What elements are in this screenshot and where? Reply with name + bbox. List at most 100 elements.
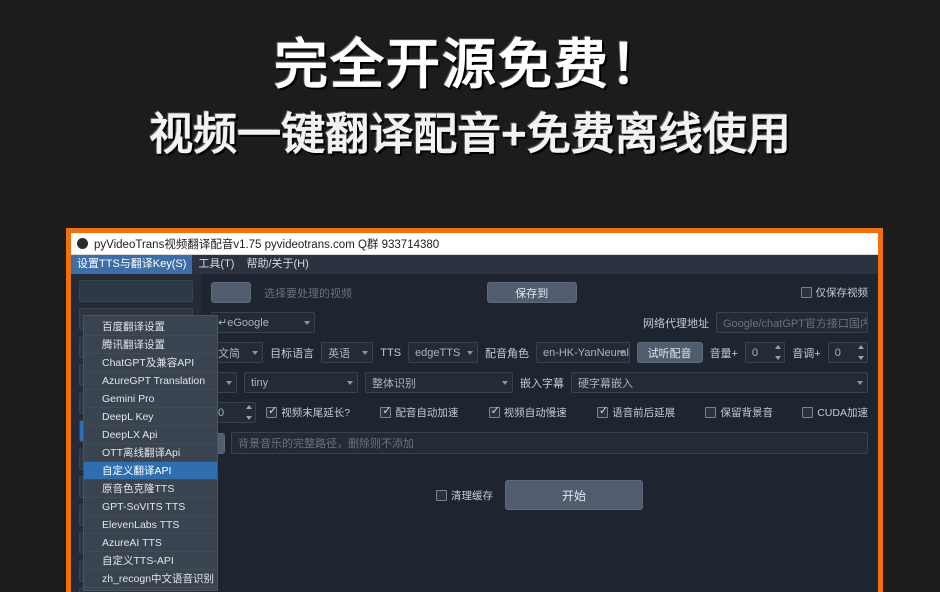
source-language-select[interactable]: 文简 — [211, 342, 263, 363]
try-dub-button[interactable]: 试听配音 — [637, 342, 703, 363]
proxy-input[interactable]: Google/chatGPT官方接口国内无法... — [716, 312, 868, 333]
checkbox-auto-slow-video[interactable]: 视频自动慢速 — [489, 405, 597, 420]
menu-settings-tts-key[interactable]: 设置TTS与翻译Key(S) — [71, 255, 192, 274]
menu-item-baidu-translate[interactable]: 百度翻译设置 — [84, 318, 217, 336]
chevron-down-icon — [467, 351, 473, 355]
menu-item-gemini-pro[interactable]: Gemini Pro — [84, 390, 217, 408]
menu-item-zh-recogn[interactable]: zh_recogn中文语音识别 — [84, 570, 217, 588]
checkbox-auto-speedup-dub[interactable]: 配音自动加速 — [380, 405, 488, 420]
menu-item-chatgpt-api[interactable]: ChatGPT及兼容API — [84, 354, 217, 372]
menu-item-custom-tts-api[interactable]: 自定义TTS-API — [84, 552, 217, 570]
model-value: tiny — [251, 377, 268, 389]
form-row-options: 0 视频末尾延长? 配音自动加速 视频自动慢速 语音前后延展 — [211, 402, 868, 423]
checkbox-keep-background-audio-label: 保留背景音 — [720, 405, 773, 420]
model-select[interactable]: tiny — [244, 372, 358, 393]
checkbox-voice-padding[interactable]: 语音前后延展 — [597, 405, 705, 420]
chevron-down-icon — [347, 381, 353, 385]
menu-item-deepl-key[interactable]: DeepL Key — [84, 408, 217, 426]
form-row-channel: ↵eGoogle 网络代理地址 Google/chatGPT官方接口国内无法..… — [211, 312, 868, 333]
rail-button-1[interactable] — [79, 280, 193, 302]
bgm-path-input[interactable]: 背景音乐的完整路径，删除则不添加 — [231, 432, 868, 454]
menu-tools[interactable]: 工具(T) — [192, 255, 240, 274]
menu-item-ott-offline-api[interactable]: OTT离线翻译Api — [84, 444, 217, 462]
pitch-spinner-arrows[interactable] — [858, 345, 864, 360]
menu-item-tencent-translate[interactable]: 腾讯翻译设置 — [84, 336, 217, 354]
volume-spinner-arrows[interactable] — [775, 345, 781, 360]
menu-item-custom-translate-api[interactable]: 自定义翻译API — [84, 462, 217, 480]
recognition-mode-value: 整体识别 — [372, 375, 416, 391]
app-logo-icon — [77, 238, 88, 249]
target-language-value: 英语 — [328, 345, 350, 361]
tts-select[interactable]: edgeTTS — [408, 342, 478, 363]
proxy-label: 网络代理地址 — [643, 315, 709, 331]
dub-role-value: en-HK-YanNeural — [543, 347, 629, 359]
chevron-down-icon — [619, 351, 625, 355]
checkbox-keep-background-audio-box — [705, 407, 716, 418]
form-row-video: 选择要处理的视频 保存到 仅保存视频 — [211, 282, 868, 303]
menu-item-gpt-sovits-tts[interactable]: GPT-SoVITS TTS — [84, 498, 217, 516]
chevron-down-icon — [304, 321, 310, 325]
menu-item-azureai-tts[interactable]: AzureAI TTS — [84, 534, 217, 552]
window-title: pyVideoTrans视频翻译配音v1.75 pyvideotrans.com… — [94, 236, 439, 252]
pitch-stepper[interactable]: 0 — [828, 342, 868, 363]
menu-help-about[interactable]: 帮助/关于(H) — [240, 255, 314, 274]
source-language-value: 文简 — [218, 345, 240, 361]
chevron-down-icon — [502, 381, 508, 385]
chevron-down-icon — [857, 381, 863, 385]
dub-role-label: 配音角色 — [485, 345, 529, 361]
target-language-label: 目标语言 — [270, 345, 314, 361]
menu-item-azuregpt-translation[interactable]: AzureGPT Translation — [84, 372, 217, 390]
menu-item-elevenlabs-tts[interactable]: ElevenLabs TTS — [84, 516, 217, 534]
checkbox-keep-background-audio[interactable]: 保留背景音 — [705, 405, 802, 420]
translate-channel-select[interactable]: ↵eGoogle — [211, 312, 315, 333]
speed-spinner-arrows[interactable] — [246, 405, 252, 420]
volume-value: 0 — [752, 347, 758, 359]
checkbox-voice-padding-box — [597, 407, 608, 418]
promo-banner: 完全开源免费！ 视频一键翻译配音+免费离线使用 — [0, 0, 940, 160]
pitch-label: 音调+ — [792, 345, 820, 361]
only-save-video-checkbox[interactable]: 仅保存视频 — [801, 285, 869, 300]
checkbox-extend-video-end-label: 视频末尾延长? — [281, 405, 350, 420]
window-titlebar: pyVideoTrans视频翻译配音v1.75 pyvideotrans.com… — [71, 233, 878, 255]
chevron-down-icon — [252, 351, 258, 355]
menubar: 设置TTS与翻译Key(S) 工具(T) 帮助/关于(H) — [71, 255, 878, 274]
volume-label: 音量+ — [710, 345, 738, 361]
choose-video-button[interactable] — [211, 282, 251, 303]
chevron-down-icon — [362, 351, 368, 355]
app-window: pyVideoTrans视频翻译配音v1.75 pyvideotrans.com… — [66, 228, 883, 592]
video-path-display[interactable]: 选择要处理的视频 — [258, 282, 480, 303]
banner-title: 完全开源免费！ — [0, 36, 940, 95]
checkbox-clear-cache[interactable]: 清理缓存 — [436, 488, 493, 503]
checkbox-cuda-accel-box — [802, 407, 813, 418]
checkbox-voice-padding-label: 语音前后延展 — [612, 405, 675, 420]
form-row-language-tts: 文简 目标语言 英语 TTS edgeTTS 配音角色 en-HK-YanNeu… — [211, 342, 868, 363]
subtitle-embed-label: 嵌入字幕 — [520, 375, 564, 391]
checkbox-auto-speedup-dub-box — [380, 407, 391, 418]
pitch-value: 0 — [835, 347, 841, 359]
checkbox-auto-slow-video-box — [489, 407, 500, 418]
dub-role-select[interactable]: en-HK-YanNeural — [536, 342, 630, 363]
target-language-select[interactable]: 英语 — [321, 342, 373, 363]
checkbox-clear-cache-label: 清理缓存 — [451, 488, 493, 503]
banner-subtitle: 视频一键翻译配音+免费离线使用 — [0, 111, 940, 159]
menu-item-voice-clone-tts[interactable]: 原音色克隆TTS — [84, 480, 217, 498]
checkbox-cuda-accel[interactable]: CUDA加速 — [802, 405, 868, 420]
main-form: 选择要处理的视频 保存到 仅保存视频 ↵eGoogle 网络代理地址 Googl… — [201, 274, 878, 592]
volume-stepper[interactable]: 0 — [745, 342, 785, 363]
settings-dropdown-menu: 百度翻译设置 腾讯翻译设置 ChatGPT及兼容API AzureGPT Tra… — [83, 315, 218, 591]
checkbox-extend-video-end[interactable]: 视频末尾延长? — [266, 405, 380, 420]
start-button[interactable]: 开始 — [505, 480, 643, 510]
checkbox-auto-slow-video-label: 视频自动慢速 — [504, 405, 567, 420]
menu-item-deeplx-api[interactable]: DeepLX Api — [84, 426, 217, 444]
form-row-model: tiny 整体识别 嵌入字幕 硬字幕嵌入 — [211, 372, 868, 393]
speed-value: 0 — [218, 407, 224, 419]
save-to-button[interactable]: 保存到 — [487, 282, 577, 303]
checkbox-cuda-accel-label: CUDA加速 — [817, 405, 868, 420]
tts-value: edgeTTS — [415, 347, 460, 359]
checkbox-extend-video-end-box — [266, 407, 277, 418]
subtitle-embed-select[interactable]: 硬字幕嵌入 — [571, 372, 868, 393]
checkbox-auto-speedup-dub-label: 配音自动加速 — [395, 405, 458, 420]
checkbox-clear-cache-box — [436, 490, 447, 501]
only-save-video-label: 仅保存视频 — [816, 285, 869, 300]
recognition-mode-select[interactable]: 整体识别 — [365, 372, 513, 393]
